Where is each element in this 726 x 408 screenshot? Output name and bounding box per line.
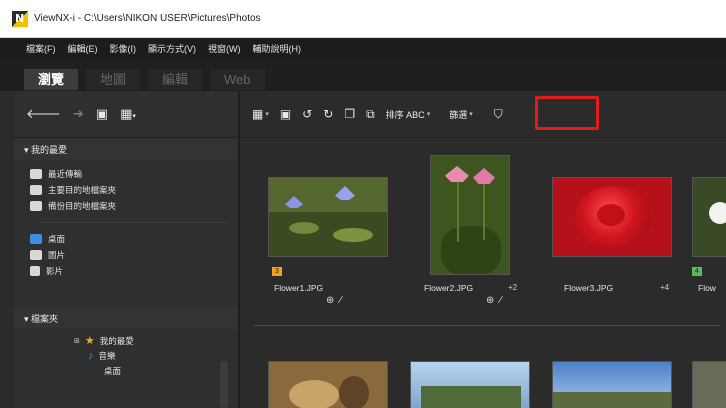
- divider: [40, 222, 228, 223]
- app-logo-icon: [12, 10, 28, 27]
- filter-label: 篩選: [449, 109, 468, 120]
- photo-thumbnail: [692, 361, 726, 408]
- flower3-photo: [552, 177, 672, 257]
- favorite-item[interactable]: 主要目的地檔案夾: [30, 182, 238, 198]
- forward-arrow-icon[interactable]: ➜: [73, 106, 84, 122]
- version-count: +2: [508, 283, 518, 292]
- favorites-header[interactable]: ▾ 我的最愛: [14, 138, 238, 160]
- navigation-panel: 🡐 ➜ ▣ ▦▾ ▾ 我的最愛 最近傳輸 主要目的地檔案夾 備份目的地檔案夾 桌…: [14, 91, 238, 408]
- filmstrip-button[interactable]: ▣: [280, 107, 291, 121]
- tree-item-music[interactable]: ♪ 音樂: [74, 348, 238, 363]
- edited-icon: ⁄: [500, 295, 502, 306]
- sort-label: 排序 ABC: [385, 109, 425, 120]
- favorites-list: 最近傳輸 主要目的地檔案夾 備份目的地檔案夾 桌面 圖片 影片: [14, 160, 238, 285]
- folder-icon: [30, 185, 42, 195]
- folders-header[interactable]: ▾ 檔案夾: [14, 307, 238, 329]
- thumbnail-filename: Flower1.JPG: [274, 283, 324, 293]
- thumbnail-filename: Flow: [698, 283, 716, 293]
- photo-thumbnail: [268, 361, 388, 408]
- menu-help[interactable]: 輔助說明(H): [253, 42, 302, 55]
- window-title: ViewNX-i - C:\Users\NIKON USER\Pictures\…: [34, 13, 261, 24]
- parent-folder-icon[interactable]: ▣: [96, 106, 108, 122]
- grid-icon: ▦: [252, 107, 264, 121]
- tab-edit[interactable]: 編輯: [148, 69, 203, 90]
- library-label: 影片: [46, 266, 64, 276]
- thumbnail-filename: Flower3.JPG: [564, 283, 614, 293]
- photo-thumbnail: [552, 361, 672, 408]
- desktop-icon: [30, 234, 42, 244]
- tab-web[interactable]: Web: [210, 69, 265, 90]
- tree-label: 桌面: [104, 365, 122, 376]
- library-label: 桌面: [48, 234, 66, 244]
- star-icon: ★: [84, 335, 95, 347]
- thumbnail-filename: Flower2.JPG: [424, 283, 474, 293]
- geotag-icon: ⊕: [486, 295, 495, 306]
- videos-icon: [30, 266, 40, 276]
- row-divider: [254, 325, 720, 326]
- view-mode-button[interactable]: ▦ ▾: [252, 107, 269, 121]
- filter-highlight-box: [535, 96, 599, 130]
- folder-icon: [30, 169, 42, 179]
- tab-map[interactable]: 地圖: [86, 69, 141, 90]
- filter-button[interactable]: 篩選 ▾: [449, 108, 473, 121]
- music-icon: ♪: [88, 349, 94, 362]
- rating-badge: 4: [692, 267, 702, 276]
- label-button[interactable]: ⛉: [494, 107, 503, 122]
- flower1-photo: [268, 177, 388, 257]
- favorite-label: 備份目的地檔案夾: [48, 201, 117, 211]
- library-item[interactable]: 圖片: [30, 247, 238, 263]
- scrollbar[interactable]: [220, 361, 228, 408]
- geotag-icon: ⊕: [326, 295, 335, 306]
- tree-item-desktop[interactable]: 桌面: [74, 363, 238, 378]
- menu-view[interactable]: 顯示方式(V): [148, 42, 196, 55]
- favorite-item[interactable]: 備份目的地檔案夾: [30, 198, 238, 214]
- folder-tree: ⊞ ★ 我的最愛 ♪ 音樂 桌面: [14, 329, 238, 378]
- menu-window[interactable]: 視窗(W): [208, 42, 241, 55]
- photo-thumbnail: [410, 361, 530, 408]
- library-item[interactable]: 桌面: [30, 231, 238, 247]
- nav-toolbar: 🡐 ➜ ▣ ▦▾: [14, 91, 238, 138]
- menu-image[interactable]: 影像(I): [110, 42, 137, 55]
- bookmark-folder-icon[interactable]: ▦▾: [120, 106, 136, 122]
- favorite-label: 主要目的地檔案夾: [48, 185, 117, 195]
- group-button[interactable]: ⧉: [366, 107, 375, 122]
- stack-button[interactable]: ❐: [344, 107, 355, 121]
- back-arrow-icon[interactable]: 🡐: [26, 106, 61, 122]
- rotate-right-button[interactable]: ↻: [323, 107, 333, 121]
- edited-icon: ⁄: [340, 295, 342, 306]
- folder-icon: [30, 201, 42, 211]
- stamp-icon: ⛉: [493, 106, 503, 121]
- mode-bar: 瀏覽 地圖 編輯 Web: [0, 58, 726, 91]
- pictures-icon: [30, 250, 42, 260]
- sort-button[interactable]: 排序 ABC ▾: [386, 108, 431, 121]
- rotate-left-button[interactable]: ↺: [302, 107, 312, 121]
- flower4-photo: [692, 177, 726, 257]
- tree-item-favorites[interactable]: ⊞ ★ 我的最愛: [74, 333, 238, 348]
- menu-file[interactable]: 檔案(F): [26, 42, 56, 55]
- library-label: 圖片: [48, 250, 66, 260]
- rotate-right-icon: ↻: [323, 107, 334, 121]
- favorite-item[interactable]: 最近傳輸: [30, 166, 238, 182]
- favorite-label: 最近傳輸: [48, 169, 83, 179]
- rating-badge: 3: [272, 267, 282, 276]
- menu-bar: 檔案(F) 編輯(E) 影像(I) 顯示方式(V) 視窗(W) 輔助說明(H): [0, 38, 726, 58]
- thumbnail-toolbar: ▦ ▾ ▣ ↺ ↻ ❐ ⧉ 排序 ABC ▾ 篩選 ▾ ⛉: [240, 91, 726, 138]
- stack-icon: ❐: [344, 107, 356, 121]
- library-item[interactable]: 影片: [30, 263, 238, 279]
- desktop-icon: [88, 366, 99, 375]
- flower2-photo: [430, 155, 510, 275]
- version-count: +4: [660, 283, 670, 292]
- thumbnail-area: ▦ ▾ ▣ ↺ ↻ ❐ ⧉ 排序 ABC ▾ 篩選 ▾ ⛉ 3 Flower1.JPG…: [238, 91, 726, 408]
- expand-icon[interactable]: ⊞: [74, 337, 80, 345]
- filmstrip-icon: ▣: [279, 107, 292, 121]
- tree-label: 音樂: [98, 350, 116, 361]
- title-bar: ViewNX-i - C:\Users\NIKON USER\Pictures\…: [0, 0, 726, 38]
- link-icon: ⧉: [366, 106, 375, 121]
- rotate-left-icon: ↺: [302, 107, 313, 121]
- tab-browse[interactable]: 瀏覽: [24, 69, 79, 90]
- menu-edit[interactable]: 編輯(E): [68, 42, 98, 55]
- tree-label: 我的最愛: [99, 335, 134, 346]
